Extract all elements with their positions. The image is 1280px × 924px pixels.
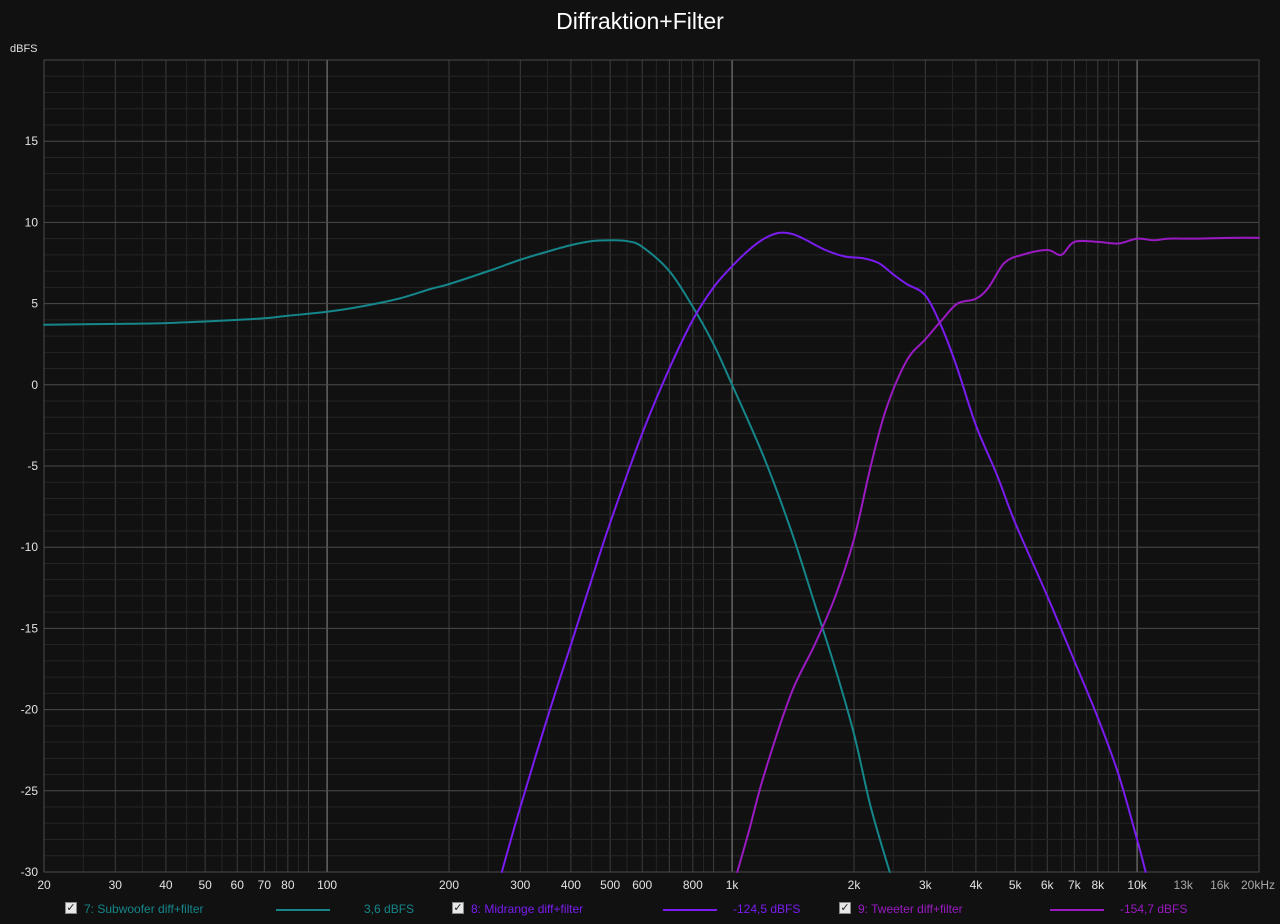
- x-tick-label: 30: [109, 878, 123, 892]
- x-tick-label: 80: [281, 878, 295, 892]
- legend: ✓ 7: Subwoofer diff+filter 3,6 dBFS ✓ 8:…: [0, 900, 1280, 920]
- series-line-midrange: [500, 231, 1147, 873]
- y-tick-label: -30: [21, 865, 39, 879]
- y-tick-label: 15: [25, 134, 39, 148]
- checkbox-tweeter[interactable]: ✓: [839, 902, 851, 914]
- x-tick-label: 6k: [1041, 878, 1055, 892]
- series-line-tweeter: [736, 236, 1260, 873]
- x-tick-label: 7k: [1068, 878, 1082, 892]
- x-tick-label: 70: [258, 878, 272, 892]
- checkbox-subwoofer[interactable]: ✓: [65, 902, 77, 914]
- y-tick-label: -15: [21, 621, 39, 635]
- legend-swatch-subwoofer: [276, 909, 330, 911]
- frequency-response-chart: 20 30 40 50 60 70 80 100 200 300 400 500 600 800 1k 2k 3…: [21, 59, 1275, 892]
- y-tick-label: -5: [27, 459, 38, 473]
- x-tick-label: 400: [561, 878, 581, 892]
- x-tick-label: 100: [317, 878, 337, 892]
- legend-swatch-midrange: [663, 909, 717, 911]
- legend-label-tweeter: 9: Tweeter diff+filter: [858, 902, 963, 916]
- x-tick-label: 13k: [1174, 878, 1194, 892]
- legend-value-subwoofer: 3,6 dBFS: [364, 902, 415, 916]
- legend-value-midrange: -124,5 dBFS: [733, 902, 801, 916]
- x-tick-labels: 20 30 40 50 60 70 80 100 200 300 400 500 600 800 1k 2k 3…: [37, 878, 1275, 892]
- x-tick-label: 4k: [970, 878, 984, 892]
- legend-label-midrange: 8: Midrange diff+filter: [471, 902, 584, 916]
- x-tick-label: 8k: [1091, 878, 1105, 892]
- y-tick-label: 0: [31, 378, 38, 392]
- x-tick-label: 300: [510, 878, 530, 892]
- x-tick-label: 500: [600, 878, 620, 892]
- x-tick-label: 60: [231, 878, 245, 892]
- x-tick-label: 16k: [1210, 878, 1230, 892]
- grid-major: [44, 59, 1259, 873]
- legend-swatch-tweeter: [1050, 909, 1104, 911]
- x-tick-label: 10k: [1127, 878, 1147, 892]
- y-tick-label: -25: [21, 784, 39, 798]
- x-tick-label: 1k: [726, 878, 740, 892]
- x-tick-label: 3k: [919, 878, 933, 892]
- y-tick-label: -20: [21, 703, 39, 717]
- x-tick-label: 20kHz: [1241, 878, 1275, 892]
- x-tick-label: 50: [198, 878, 212, 892]
- x-tick-label: 2k: [848, 878, 862, 892]
- x-tick-label: 200: [439, 878, 459, 892]
- y-tick-label: 10: [25, 215, 39, 229]
- series-layer: [43, 231, 1260, 873]
- x-tick-label: 20: [37, 878, 51, 892]
- checkbox-midrange[interactable]: ✓: [452, 902, 464, 914]
- legend-label-subwoofer: 7: Subwoofer diff+filter: [84, 902, 204, 916]
- y-tick-labels: 15 10 5 0 -5 -10 -15 -20 -25 -30: [21, 134, 39, 879]
- legend-value-tweeter: -154,7 dBFS: [1120, 902, 1188, 916]
- x-tick-label: 40: [159, 878, 173, 892]
- x-tick-label: 800: [683, 878, 703, 892]
- x-tick-label: 5k: [1009, 878, 1023, 892]
- y-tick-label: 5: [31, 297, 38, 311]
- y-tick-label: -10: [21, 540, 39, 554]
- x-tick-label: 600: [632, 878, 652, 892]
